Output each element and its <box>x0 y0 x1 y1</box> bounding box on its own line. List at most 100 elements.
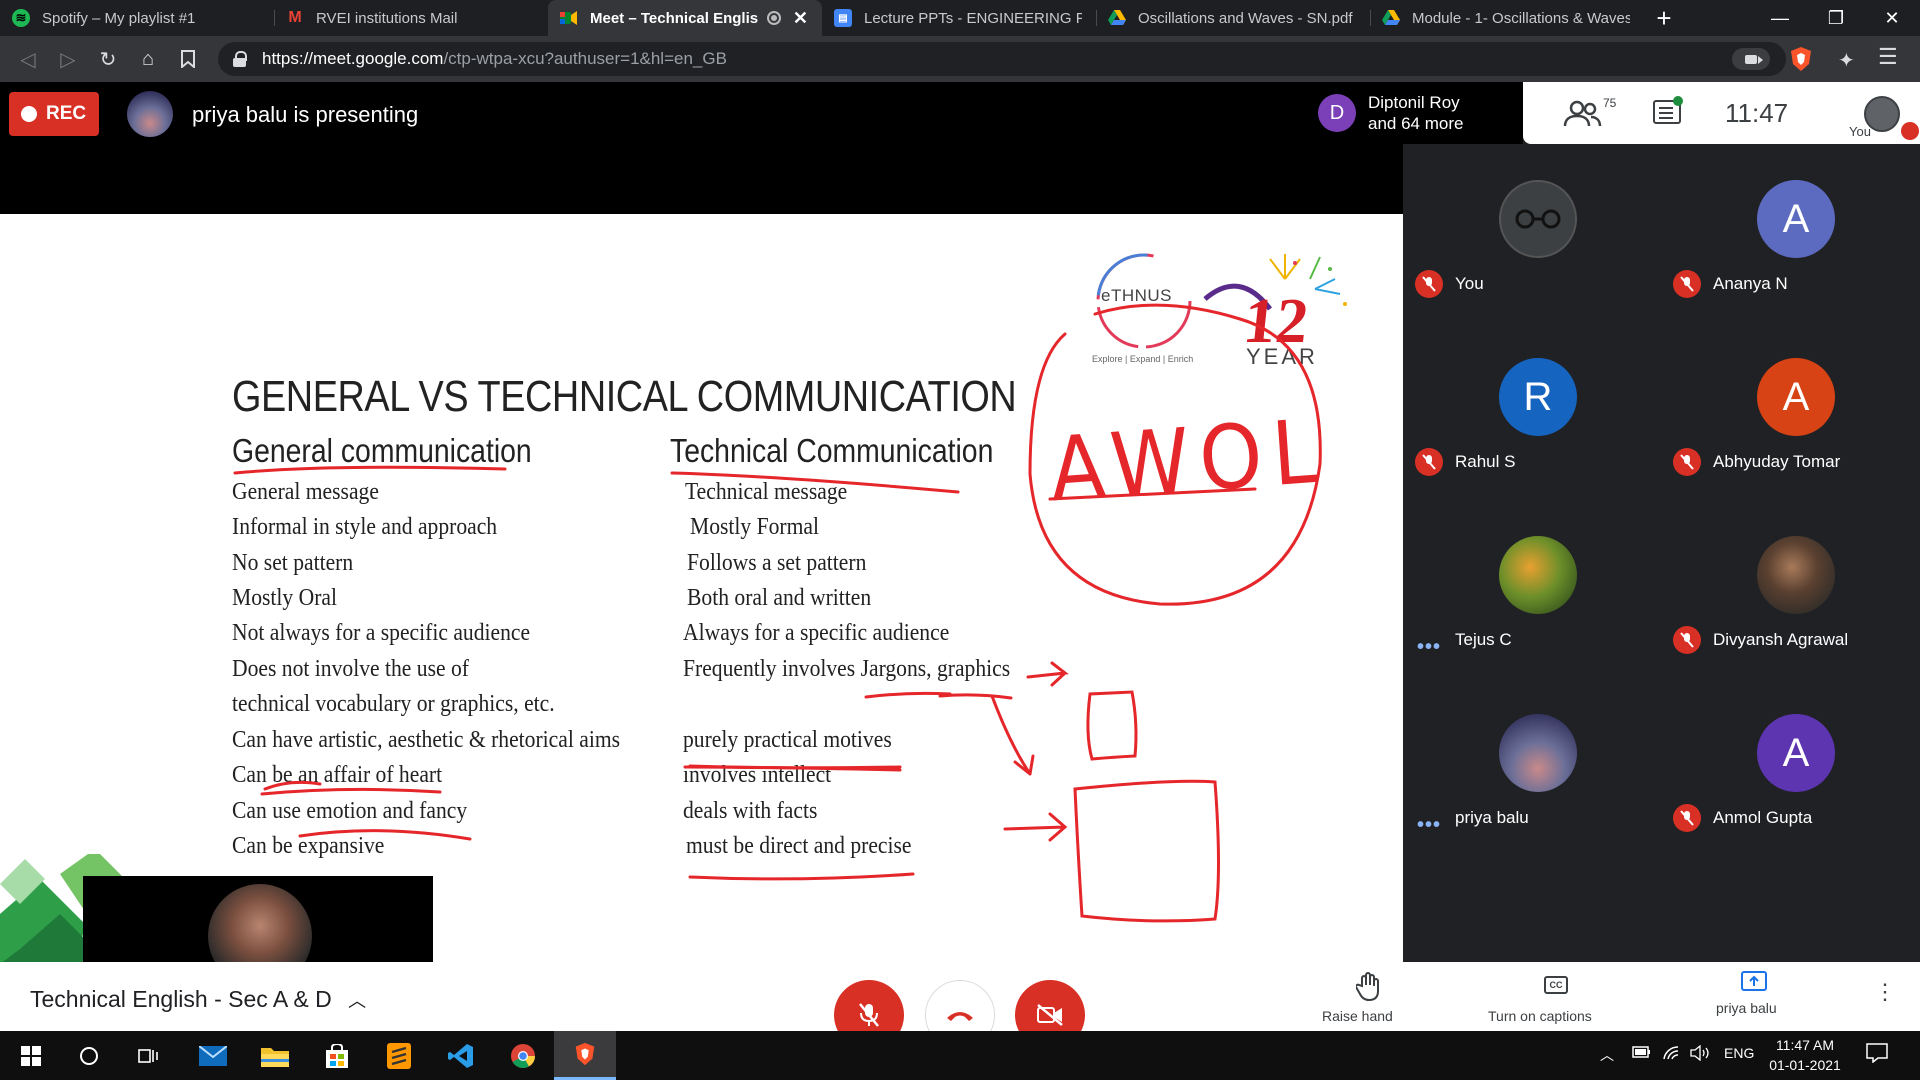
avatar <box>1757 536 1835 614</box>
active-speakers-chip[interactable]: D Diptonil Roy and 64 more <box>1308 82 1523 144</box>
avatar <box>1499 536 1577 614</box>
back-icon[interactable]: ◁ <box>8 39 48 79</box>
close-tab-icon[interactable]: ✕ <box>793 8 808 29</box>
speaker-more: and 64 more <box>1368 114 1464 133</box>
more-options-icon[interactable]: ⋮ <box>1874 981 1896 1003</box>
mic-off-icon <box>1415 448 1443 476</box>
technical-item: Mostly Formal <box>690 514 820 540</box>
bookmark-icon[interactable] <box>168 39 208 79</box>
maximize-icon[interactable]: ❐ <box>1808 0 1864 36</box>
people-icon[interactable] <box>1563 100 1603 128</box>
taskbar-clock[interactable]: 11:47 AM 01-01-2021 <box>1760 1035 1850 1075</box>
handwritten-annotation: AWOL <box>1046 399 1331 522</box>
brave-shield-icon[interactable] <box>1788 46 1814 72</box>
mic-off-icon <box>1673 270 1701 298</box>
tab-title: Spotify – My playlist #1 <box>42 9 196 27</box>
participant-tile[interactable]: A Abhyuday Tomar <box>1661 322 1917 500</box>
raise-hand-button[interactable]: Raise hand <box>1318 972 1418 1031</box>
more-options-icon[interactable]: ••• <box>1417 636 1441 659</box>
general-item: No set pattern <box>232 550 354 576</box>
windows-taskbar: ︿ ENG 11:47 AM 01-01-2021 <box>0 1031 1920 1080</box>
avatar: A <box>1757 358 1835 436</box>
tab-meet[interactable]: Meet – Technical English · ✕ <box>548 0 822 36</box>
participant-tile[interactable]: A Anmol Gupta <box>1661 678 1917 856</box>
camera-in-use-icon[interactable] <box>1732 48 1770 70</box>
chevron-up-icon[interactable]: ︿ <box>348 991 366 1011</box>
technical-item: must be direct and precise <box>686 833 912 859</box>
new-tab-button[interactable]: + <box>1644 0 1684 36</box>
recording-indicator-icon <box>766 11 781 25</box>
avatar <box>1499 714 1577 792</box>
tab-lecture-ppts[interactable]: ▤ Lecture PPTs - ENGINEERING PHYS <box>822 0 1096 36</box>
close-window-icon[interactable]: ✕ <box>1864 0 1920 36</box>
leave-call-button[interactable] <box>925 980 995 1031</box>
address-bar[interactable]: https://meet.google.com/ctp-wtpa-xcu?aut… <box>218 42 1786 76</box>
general-heading: General communication <box>232 432 532 469</box>
reload-icon[interactable]: ↻ <box>88 39 128 79</box>
meeting-controls-bar: Technical English - Sec A & D ︿ Raise ha… <box>0 962 1920 1031</box>
tab-oscillations-pdf[interactable]: Oscillations and Waves - SN.pdf <box>1096 0 1370 36</box>
participant-tile[interactable]: ••• priya balu <box>1403 678 1659 856</box>
captions-button[interactable]: CC Turn on captions <box>1480 972 1630 1031</box>
spotify-icon: ≋ <box>12 9 30 27</box>
store-icon[interactable] <box>306 1031 368 1080</box>
participant-tile[interactable]: You <box>1403 144 1659 322</box>
technical-item: involves intellect <box>683 762 832 788</box>
mic-off-icon <box>1415 270 1443 298</box>
mail-icon[interactable] <box>182 1031 244 1080</box>
general-item: Can be an affair of heart <box>232 762 443 788</box>
tab-title: Oscillations and Waves - SN.pdf <box>1138 9 1353 27</box>
sublime-text-icon[interactable] <box>368 1031 430 1080</box>
wifi-icon[interactable] <box>1662 1045 1682 1064</box>
general-item: Informal in style and approach <box>232 514 498 540</box>
battery-icon[interactable] <box>1632 1045 1652 1062</box>
camera-toggle-button[interactable] <box>1015 980 1085 1031</box>
notifications-icon[interactable] <box>1866 1043 1888 1066</box>
windows-start-icon[interactable] <box>0 1031 62 1080</box>
more-options-icon[interactable]: ••• <box>1417 814 1441 837</box>
mic-toggle-button[interactable] <box>834 980 904 1031</box>
minimize-icon[interactable]: — <box>1752 0 1808 36</box>
lock-icon[interactable] <box>232 51 248 67</box>
browser-menu-icon[interactable]: ☰ <box>1878 44 1898 70</box>
show-hidden-icons-icon[interactable]: ︿ <box>1600 1045 1614 1065</box>
self-video-preview[interactable] <box>83 876 433 962</box>
home-icon[interactable]: ⌂ <box>128 39 168 79</box>
file-explorer-icon[interactable] <box>244 1031 306 1080</box>
presenter-button[interactable]: priya balu <box>1700 970 1810 1030</box>
participants-grid: You A Ananya N R Rahul S A Abhyuday Toma… <box>1403 144 1920 962</box>
tab-spotify[interactable]: ≋ Spotify – My playlist #1 <box>0 0 274 36</box>
self-label: You <box>1849 124 1871 139</box>
task-view-icon[interactable] <box>118 1031 180 1080</box>
avatar: D <box>1318 94 1356 132</box>
general-item: Can use emotion and fancy <box>232 798 468 824</box>
ethnus-tagline: Explore | Expand | Enrich <box>1092 354 1194 364</box>
participant-tile[interactable]: A Ananya N <box>1661 144 1917 322</box>
tab-module-1[interactable]: Module - 1- Oscillations & Waves <box>1370 0 1644 36</box>
volume-icon[interactable] <box>1690 1044 1712 1064</box>
participant-name: Rahul S <box>1455 452 1516 471</box>
participant-tile[interactable]: Divyansh Agrawal <box>1661 500 1917 678</box>
meeting-toolbar: 75 11:47 You <box>1523 82 1920 144</box>
technical-item: Follows a set pattern <box>687 550 867 576</box>
chrome-icon[interactable] <box>492 1031 554 1080</box>
participant-tile[interactable]: R Rahul S <box>1403 322 1659 500</box>
technical-item: Frequently involves Jargons, graphics <box>683 656 1011 682</box>
rec-label: REC <box>46 103 87 124</box>
vscode-icon[interactable] <box>430 1031 492 1080</box>
extensions-icon[interactable]: ✦ <box>1838 48 1855 73</box>
record-dot-icon <box>21 106 37 122</box>
participant-tile[interactable]: ••• Tejus C <box>1403 500 1659 678</box>
general-item: Not always for a specific audience <box>232 620 531 646</box>
meeting-title[interactable]: Technical English - Sec A & D ︿ <box>30 986 366 1013</box>
forward-icon[interactable]: ▷ <box>48 39 88 79</box>
mic-off-icon <box>1673 804 1701 832</box>
tab-gmail[interactable]: M RVEI institutions Mail <box>274 0 548 36</box>
search-icon[interactable] <box>58 1031 120 1080</box>
brave-browser-icon[interactable] <box>554 1031 616 1080</box>
taskbar-time: 11:47 AM <box>1775 1037 1835 1053</box>
participant-name: Ananya N <box>1713 274 1788 293</box>
meet-icon <box>560 9 578 27</box>
shared-slide: eTHNUS Explore | Expand | Enrich 12 YEAR… <box>0 214 1403 962</box>
language-indicator[interactable]: ENG <box>1724 1045 1754 1061</box>
